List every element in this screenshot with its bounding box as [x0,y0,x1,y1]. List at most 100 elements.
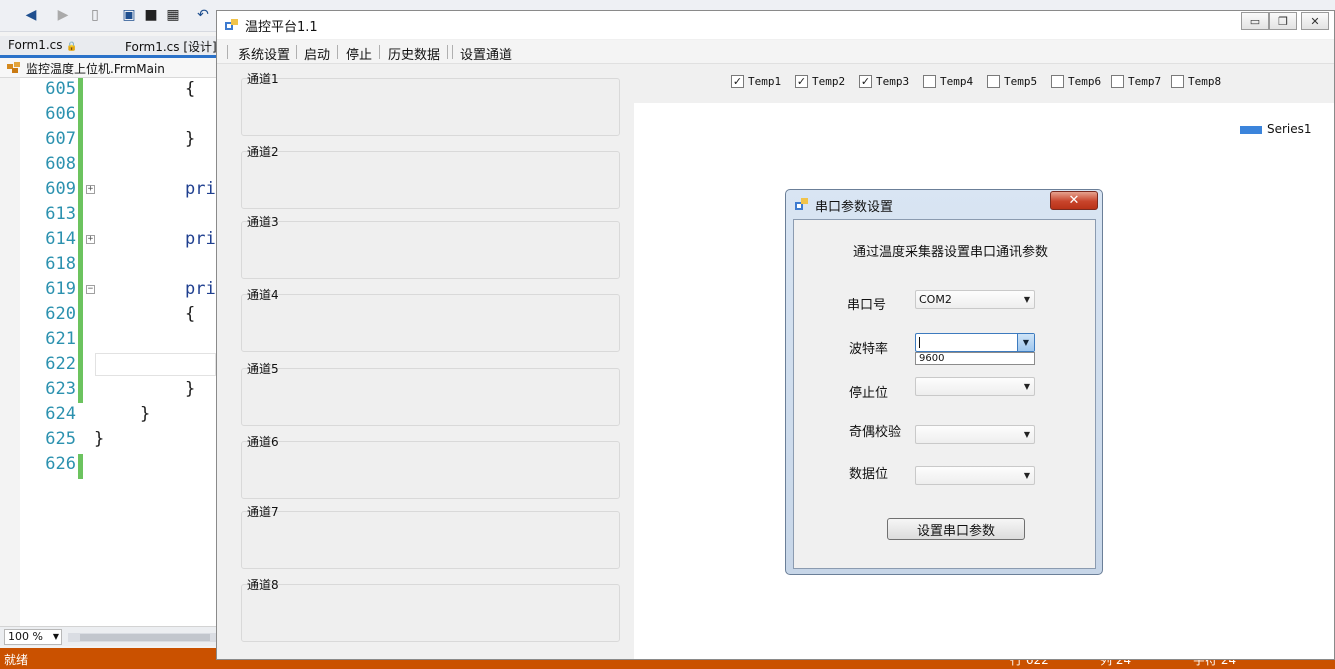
line-number: 626 [45,454,76,474]
channel-label-5: 通道5 [247,362,279,376]
channel-panel-7 [241,511,620,569]
channel-panel-4 [241,294,620,352]
dialog-icon [795,198,808,210]
save-all-icon[interactable]: ▦ [164,6,182,24]
temp2-checkbox[interactable]: ✓ Temp2 [795,73,845,89]
chevron-down-icon: ▼ [1023,471,1030,480]
code-editor[interactable]: 605 606 607 608 609 613 614 618 619 620 … [0,78,216,626]
expand-icon[interactable]: + [86,235,95,244]
temp8-label: Temp8 [1188,74,1222,88]
temp3-checkbox[interactable]: ✓ Temp3 [859,73,909,89]
save-icon[interactable]: ■ [142,6,160,24]
close-button[interactable]: ✕ [1301,12,1329,30]
menu-stop[interactable]: 停止 [346,44,372,63]
temp5-label: Temp5 [1004,74,1038,88]
channel-panel-5 [241,368,620,426]
line-number: 608 [45,154,76,174]
stop-bits-label: 停止位 [849,386,889,401]
line-number: 613 [45,204,76,224]
menu-history-data[interactable]: 历史数据 [388,44,440,63]
temp7-label: Temp7 [1128,74,1162,88]
tab-form1-cs[interactable]: Form1.cs 🔒 [8,38,78,52]
temp7-checkbox[interactable]: Temp7 [1111,73,1161,89]
line-number: 614 [45,229,76,249]
code-brace: } [94,429,105,449]
horizontal-scrollbar[interactable] [68,633,216,642]
checkbox-box[interactable]: ✓ [731,74,744,88]
baud-dropdown-item[interactable]: 9600 [915,352,1035,365]
temp4-checkbox[interactable]: Temp4 [923,73,973,89]
checkbox-box[interactable] [1171,74,1184,88]
back-icon[interactable]: ◀ [22,6,40,24]
stop-bits-combobox[interactable]: ▼ [915,377,1035,396]
data-bits-label: 数据位 [849,467,889,482]
menu-start[interactable]: 启动 [304,44,330,63]
line-number: 619 [45,279,76,299]
line-number: 605 [45,79,76,99]
chevron-down-icon: ▼ [1023,382,1030,391]
line-number: 622 [45,354,76,374]
restore-button[interactable]: ❐ [1269,12,1297,30]
menu-separator [296,45,297,59]
temp5-checkbox[interactable]: Temp5 [987,73,1037,89]
tab-form1-designer[interactable]: Form1.cs [设计] [125,38,217,55]
open-file-icon[interactable]: ▣ [120,6,138,24]
checkbox-box[interactable]: ✓ [795,74,808,88]
checkbox-box[interactable] [1051,74,1064,88]
close-icon: ✕ [1068,193,1080,208]
collapse-icon[interactable]: − [86,285,95,294]
temp8-checkbox[interactable]: Temp8 [1171,73,1221,89]
legend-label: Series1 [1267,122,1312,136]
temp6-label: Temp6 [1068,74,1102,88]
checkbox-box[interactable] [987,74,1000,88]
code-brace: { [185,79,196,99]
temp1-checkbox[interactable]: ✓ Temp1 [731,73,781,89]
port-combobox[interactable]: COM2 ▼ [915,290,1035,309]
line-number: 620 [45,304,76,324]
checkbox-box[interactable] [923,74,936,88]
dialog-title: 串口参数设置 [815,200,894,215]
line-number: 625 [45,429,76,449]
set-serial-params-button[interactable]: 设置串口参数 [887,518,1025,540]
menu-set-channel[interactable]: 设置通道 [460,44,512,63]
channel-panel-3 [241,221,620,279]
class-dropdown[interactable]: 监控温度上位机.FrmMain [0,58,216,78]
expand-icon[interactable]: + [86,185,95,194]
app-titlebar[interactable]: 温控平台1.1 ▭ ❐ ✕ [217,11,1334,39]
code-brace: } [185,379,196,399]
change-indicator [78,454,83,479]
dialog-body: 通过温度采集器设置串口通讯参数 串口号 COM2 ▼ 波特率 ▼ 9600 停止… [793,219,1096,569]
menu-system-settings[interactable]: 系统设置 [238,44,290,63]
line-number: 606 [45,104,76,124]
temp2-label: Temp2 [812,74,846,88]
new-project-icon[interactable]: ▯ [86,6,104,24]
app-menubar: 系统设置 启动 停止 历史数据 设置通道 [217,40,1334,64]
baud-combobox[interactable]: ▼ [915,333,1035,352]
chevron-down-icon[interactable]: ▼ [1017,334,1034,351]
code-keyword: pri [185,179,216,199]
current-line-highlight [95,353,216,376]
dialog-description: 通过温度采集器设置串口通讯参数 [853,245,1049,260]
temp6-checkbox[interactable]: Temp6 [1051,73,1101,89]
line-number: 609 [45,179,76,199]
channel-panel-2 [241,151,620,209]
pin-icon[interactable]: 🔒 [66,42,77,52]
zoom-value: 100 % [8,630,43,643]
parity-combobox[interactable]: ▼ [915,425,1035,444]
menu-separator [447,45,448,59]
checkbox-box[interactable]: ✓ [859,74,872,88]
checkbox-box[interactable] [1111,74,1124,88]
app-icon [225,19,238,30]
code-brace: } [140,404,151,424]
undo-icon[interactable]: ↶ [194,6,212,24]
chevron-down-icon: ▼ [52,632,59,641]
chevron-down-icon: ▼ [1023,430,1030,439]
serial-settings-dialog: 串口参数设置 ✕ 通过温度采集器设置串口通讯参数 串口号 COM2 ▼ 波特率 … [785,189,1103,575]
change-indicator [78,78,83,403]
zoom-select[interactable]: 100 % ▼ [4,629,62,645]
dialog-close-button[interactable]: ✕ [1050,191,1098,210]
minimize-button[interactable]: ▭ [1241,12,1269,30]
channel-label-1: 通道1 [247,72,279,86]
forward-icon[interactable]: ▶ [54,6,72,24]
data-bits-combobox[interactable]: ▼ [915,466,1035,485]
